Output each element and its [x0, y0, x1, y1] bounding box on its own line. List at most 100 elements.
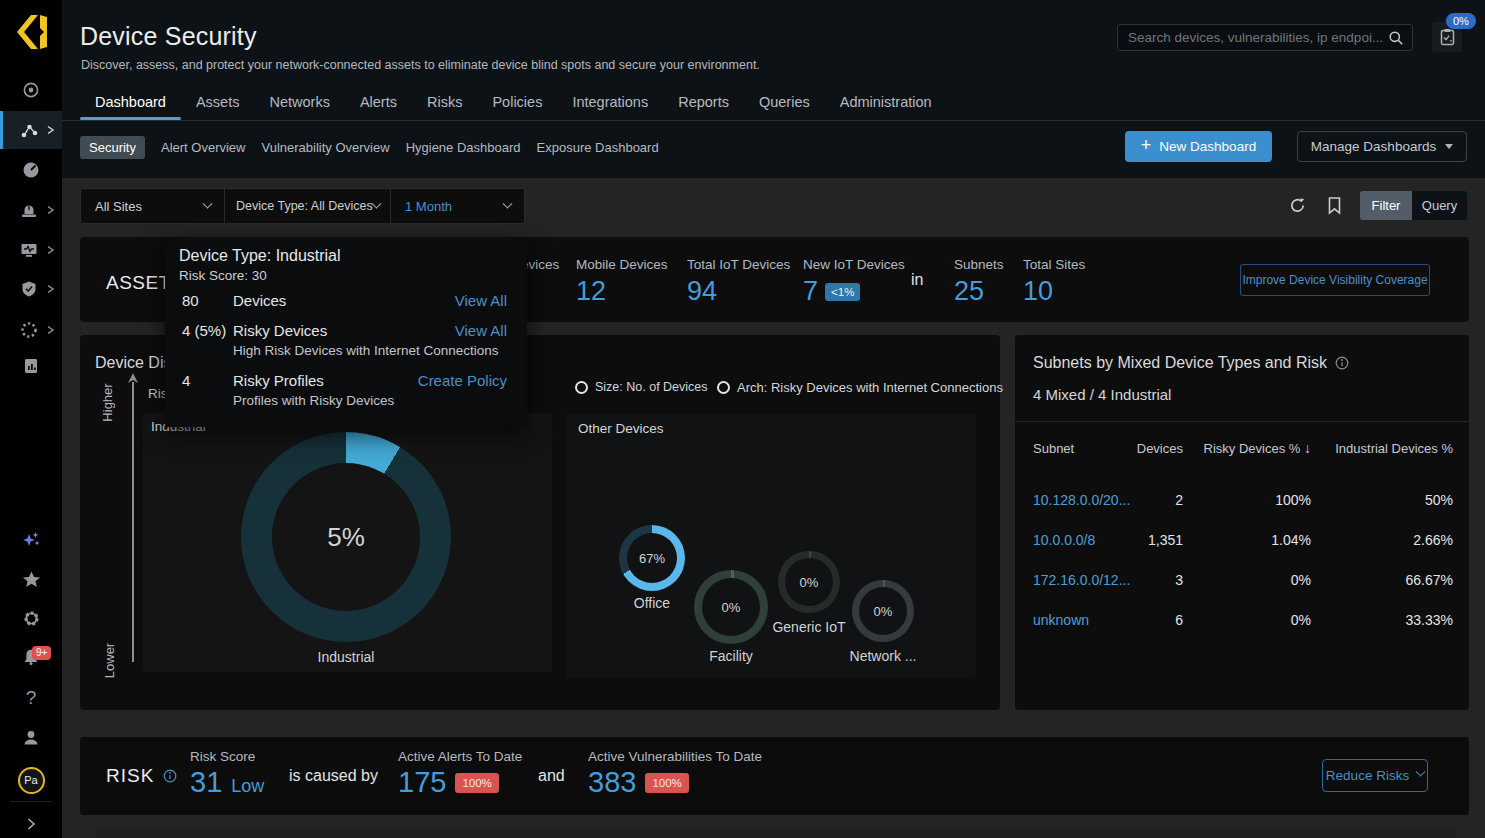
- tab-integrations[interactable]: Integrations: [557, 94, 663, 121]
- monitor-pulse-icon: [20, 241, 38, 259]
- sidebar-item-favorites[interactable]: [0, 561, 62, 597]
- popover-create-policy-link[interactable]: Create Policy: [418, 372, 507, 389]
- subnet-row: 10.0.0.0/8 1,351 1.04% 2.66%: [1033, 520, 1453, 560]
- subtab-alert-overview[interactable]: Alert Overview: [161, 140, 246, 155]
- popover-row-value: 80: [182, 292, 199, 309]
- active-vulns-value[interactable]: 383: [588, 766, 636, 799]
- generic-iot-donut[interactable]: 0%: [778, 551, 840, 613]
- sidebar-item-notifications[interactable]: 9+: [0, 639, 62, 675]
- popover-view-all-link[interactable]: View All: [455, 322, 507, 339]
- sidebar-item-dashboard[interactable]: [0, 152, 62, 188]
- office-donut[interactable]: 67%: [619, 525, 685, 591]
- popover-row-label: Devices: [233, 292, 286, 309]
- stat-value[interactable]: 10: [1023, 276, 1085, 307]
- stat-value[interactable]: 12: [576, 276, 668, 307]
- tab-policies[interactable]: Policies: [477, 94, 557, 121]
- risk-summary-panel: RISK Risk Score 31 Low is caused by Acti…: [80, 737, 1469, 815]
- sidebar-item-reports[interactable]: [0, 348, 62, 384]
- alerts-pct-badge: 100%: [455, 773, 498, 793]
- sidebar-item-monitoring[interactable]: [0, 232, 62, 268]
- reset-filters-button[interactable]: [1288, 196, 1307, 215]
- tab-assets[interactable]: Assets: [181, 94, 255, 121]
- facility-donut[interactable]: 0%: [694, 570, 768, 644]
- industrial-donut[interactable]: 5%: [241, 432, 451, 642]
- tab-networks[interactable]: Networks: [254, 94, 344, 121]
- new-dashboard-button[interactable]: + New Dashboard: [1125, 131, 1272, 162]
- chevron-right-icon: [43, 323, 57, 337]
- other-devices-quadrant: Other Devices 67% Office 0% Facility 0% …: [566, 413, 976, 677]
- plus-icon: +: [1141, 135, 1152, 156]
- divider: [1015, 421, 1469, 422]
- stat-value[interactable]: 94: [687, 276, 790, 307]
- info-icon[interactable]: [1335, 356, 1349, 370]
- tab-administration[interactable]: Administration: [825, 94, 947, 121]
- facility-donut-caption: Facility: [694, 648, 768, 664]
- subnet-link[interactable]: 172.16.0.0/12...: [1033, 572, 1151, 588]
- subnet-link[interactable]: 10.0.0.0/8: [1033, 532, 1151, 548]
- sidebar-item-overview[interactable]: [0, 72, 62, 108]
- device-type-filter-dropdown[interactable]: Device Type: All Devices: [225, 189, 391, 223]
- page-subtitle: Discover, assess, and protect your netwo…: [81, 58, 760, 72]
- risk-bar-label: RISK: [106, 765, 154, 787]
- subnet-link[interactable]: 10.128.0.0/20...: [1033, 492, 1151, 508]
- subtab-exposure-dashboard[interactable]: Exposure Dashboard: [537, 140, 659, 155]
- office-donut-caption: Office: [619, 595, 685, 611]
- subnet-row: 10.128.0.0/20... 2 100% 50%: [1033, 480, 1453, 520]
- time-filter-dropdown[interactable]: 1 Month: [391, 189, 524, 223]
- col-subnet[interactable]: Subnet: [1033, 441, 1151, 456]
- site-filter-dropdown[interactable]: All Sites: [81, 189, 225, 223]
- tab-risks[interactable]: Risks: [412, 94, 477, 121]
- filter-bar: All Sites Device Type: All Devices 1 Mon…: [80, 188, 525, 224]
- sidebar-collapse-button[interactable]: [0, 806, 62, 838]
- chevron-down-icon: [1416, 766, 1426, 776]
- stat-value[interactable]: 25: [954, 276, 1004, 307]
- sidebar-item-settings[interactable]: [0, 600, 62, 636]
- radio-arch[interactable]: Arch: Risky Devices with Internet Connec…: [717, 380, 1003, 395]
- subnet-link[interactable]: unknown: [1033, 612, 1151, 628]
- tab-dashboard[interactable]: Dashboard: [80, 94, 181, 121]
- stat-value[interactable]: 7: [803, 276, 818, 307]
- query-mode-button[interactable]: Query: [1412, 191, 1467, 220]
- sort-desc-icon: ↓: [1304, 440, 1311, 456]
- risk-score-group: Risk Score 31 Low: [190, 749, 264, 799]
- sidebar-item-device-security[interactable]: [0, 111, 62, 149]
- app-logo[interactable]: [14, 12, 48, 52]
- sidebar-item-policies[interactable]: [0, 271, 62, 307]
- sidebar-item-help[interactable]: ?: [0, 680, 62, 716]
- search-input[interactable]: [1128, 30, 1388, 45]
- industrial-donut-caption: Industrial: [241, 649, 451, 665]
- page-header: Device Security Discover, assess, and pr…: [62, 0, 1485, 178]
- tab-alerts[interactable]: Alerts: [345, 94, 412, 121]
- bookmark-icon: [1326, 196, 1343, 215]
- active-alerts-value[interactable]: 175: [398, 766, 446, 799]
- sidebar-item-alerts[interactable]: [0, 192, 62, 228]
- sidebar-item-user[interactable]: [0, 720, 62, 756]
- chevron-right-icon: [43, 243, 57, 257]
- subtab-hygiene-dashboard[interactable]: Hygiene Dashboard: [406, 140, 521, 155]
- tab-reports[interactable]: Reports: [663, 94, 744, 121]
- radio-size[interactable]: Size: No. of Devices: [575, 380, 708, 394]
- sidebar-item-ai[interactable]: [0, 522, 62, 558]
- info-icon[interactable]: [163, 769, 177, 783]
- active-alerts-group: Active Alerts To Date 175 100%: [398, 749, 522, 799]
- bookmark-button[interactable]: [1326, 196, 1343, 215]
- manage-dashboards-button[interactable]: Manage Dashboards: [1297, 131, 1467, 162]
- subnets-summary: 4 Mixed / 4 Industrial: [1033, 386, 1171, 403]
- col-devices[interactable]: Devices: [1137, 441, 1183, 456]
- network-donut-caption: Network ...: [840, 648, 926, 664]
- network-donut[interactable]: 0%: [852, 580, 914, 642]
- reduce-risks-button[interactable]: Reduce Risks: [1322, 759, 1428, 792]
- popover-view-all-link[interactable]: View All: [455, 292, 507, 309]
- improve-visibility-button[interactable]: Improve Device Visibility Coverage: [1240, 264, 1430, 296]
- subtab-vulnerability-overview[interactable]: Vulnerability Overview: [262, 140, 390, 155]
- global-search[interactable]: [1117, 24, 1413, 51]
- col-risky[interactable]: Risky Devices % ↓: [1204, 440, 1311, 456]
- col-industrial[interactable]: Industrial Devices %: [1335, 441, 1453, 456]
- sidebar-item-integrations[interactable]: [0, 312, 62, 348]
- tab-queries[interactable]: Queries: [744, 94, 825, 121]
- refresh-icon: [1288, 196, 1307, 215]
- help-icon: ?: [26, 687, 37, 709]
- subtab-security[interactable]: Security: [80, 136, 145, 159]
- sidebar-avatar[interactable]: Pa: [0, 762, 62, 798]
- filter-mode-button[interactable]: Filter: [1360, 191, 1412, 220]
